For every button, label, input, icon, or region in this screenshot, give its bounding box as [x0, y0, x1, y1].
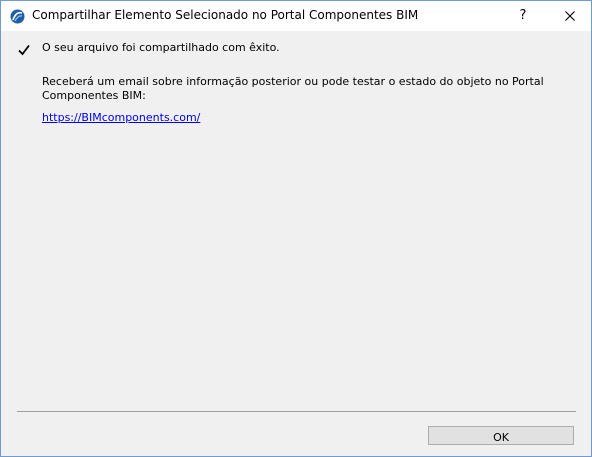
archicad-logo-icon	[10, 9, 25, 24]
help-button[interactable]: ?	[507, 1, 539, 31]
window-title: Compartilhar Elemento Selecionado no Por…	[32, 8, 419, 22]
dialog-window: Compartilhar Elemento Selecionado no Por…	[0, 0, 592, 457]
close-icon	[565, 11, 575, 21]
close-button[interactable]	[554, 1, 586, 31]
checkmark-icon	[18, 44, 30, 56]
portal-link[interactable]: https://BIMcomponents.com/	[42, 111, 200, 124]
success-message: O seu arquivo foi compartilhado com êxit…	[42, 41, 280, 54]
footer-divider	[17, 411, 576, 412]
ok-button[interactable]: OK	[428, 426, 574, 445]
title-bar[interactable]: Compartilhar Elemento Selecionado no Por…	[1, 1, 591, 31]
info-message: Receberá um email sobre informação poste…	[42, 75, 544, 102]
